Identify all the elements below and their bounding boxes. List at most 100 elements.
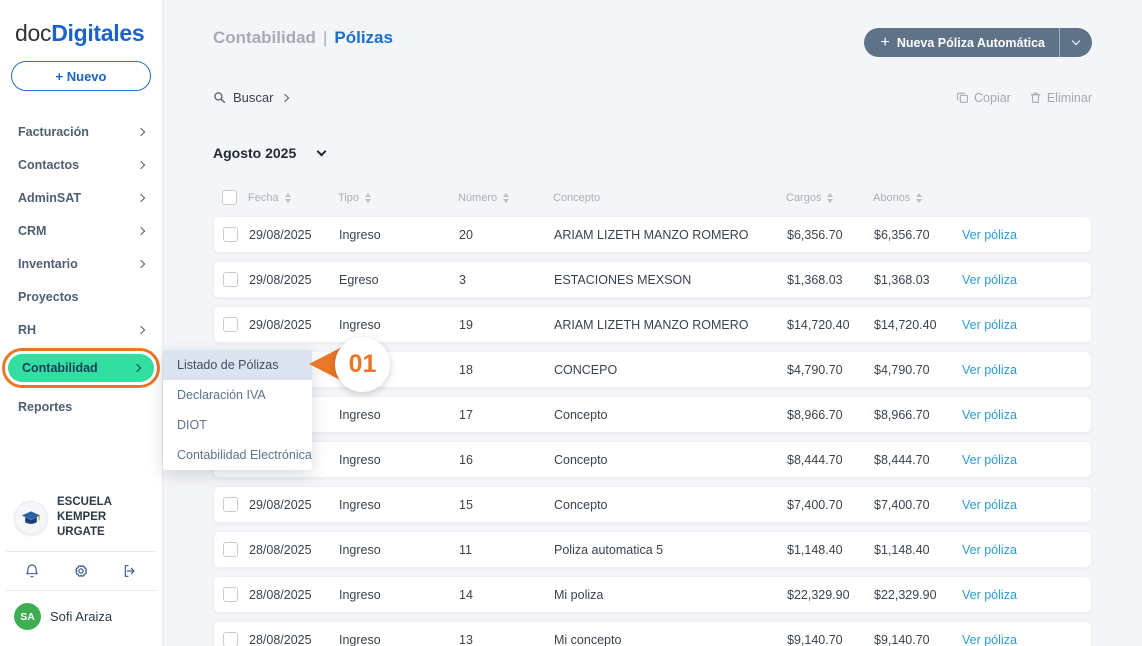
sidebar-item-label: Contabilidad <box>22 361 98 375</box>
row-checkbox[interactable] <box>223 272 238 287</box>
ver-poliza-link[interactable]: Ver póliza <box>962 408 1091 422</box>
table-row: 29/08/2025Ingreso15Concepto$7,400.70$7,4… <box>213 486 1092 523</box>
cell-concepto: ARIAM LIZETH MANZO ROMERO <box>554 228 787 242</box>
ver-poliza-link[interactable]: Ver póliza <box>962 318 1091 332</box>
copy-icon <box>956 91 969 104</box>
row-checkbox[interactable] <box>223 317 238 332</box>
cell-concepto: Mi concepto <box>554 633 787 646</box>
cell-cargos: $1,368.03 <box>787 273 874 287</box>
sidebar-item-label: Contactos <box>18 158 79 172</box>
month-selector[interactable]: Agosto 2025 <box>213 145 1092 161</box>
cell-cargos: $14,720.40 <box>787 318 874 332</box>
column-header-tipo[interactable]: Tipo <box>338 192 458 204</box>
cell-fecha: 28/08/2025 <box>249 588 339 602</box>
table-body: 29/08/2025Ingreso20ARIAM LIZETH MANZO RO… <box>213 216 1092 646</box>
new-poliza-automatica-label: Nueva Póliza Automática <box>897 36 1045 50</box>
cell-tipo: Ingreso <box>339 408 459 422</box>
delete-button[interactable]: Eliminar <box>1029 91 1092 105</box>
row-checkbox[interactable] <box>223 497 238 512</box>
table-row: 28/08/2025Ingreso11Poliza automatica 5$1… <box>213 531 1092 568</box>
row-actions: Copiar Eliminar <box>956 91 1092 105</box>
chevron-right-icon <box>133 364 141 372</box>
cell-fecha: 29/08/2025 <box>249 228 339 242</box>
sidebar-item-reportes[interactable]: Reportes <box>0 390 162 423</box>
organization-row[interactable]: ESCUELA KEMPER URGATE <box>0 484 162 551</box>
breadcrumb-separator: | <box>323 28 327 47</box>
chevron-right-icon <box>137 226 145 234</box>
cell-numero: 16 <box>459 453 554 467</box>
sidebar-item-label: CRM <box>18 224 46 238</box>
chevron-right-icon <box>137 193 145 201</box>
copy-label: Copiar <box>974 91 1011 105</box>
logout-icon[interactable] <box>122 563 138 579</box>
ver-poliza-link[interactable]: Ver póliza <box>962 228 1091 242</box>
cell-concepto: Poliza automatica 5 <box>554 543 787 557</box>
row-checkbox[interactable] <box>223 542 238 557</box>
cell-concepto: Concepto <box>554 498 787 512</box>
sidebar-item-adminsat[interactable]: AdminSAT <box>0 181 162 214</box>
new-poliza-automatica-button[interactable]: + Nueva Póliza Automática <box>864 28 1092 57</box>
row-checkbox[interactable] <box>223 227 238 242</box>
sidebar-item-rh[interactable]: RH <box>0 313 162 346</box>
user-name: Sofi Araiza <box>50 609 112 624</box>
column-header-cargos[interactable]: Cargos <box>786 192 873 204</box>
main-content: Contabilidad|Pólizas + Nueva Póliza Auto… <box>163 0 1142 646</box>
ver-poliza-link[interactable]: Ver póliza <box>962 453 1091 467</box>
cell-concepto: Concepto <box>554 453 787 467</box>
row-checkbox[interactable] <box>223 632 238 646</box>
sidebar-item-inventario[interactable]: Inventario <box>0 247 162 280</box>
organization-name: ESCUELA KEMPER URGATE <box>57 495 152 540</box>
sidebar-item-facturacion[interactable]: Facturación <box>0 115 162 148</box>
select-all-checkbox[interactable] <box>222 190 237 205</box>
cell-abonos: $14,720.40 <box>874 318 962 332</box>
chevron-right-icon <box>137 325 145 333</box>
column-header-fecha[interactable]: Fecha <box>248 192 338 204</box>
user-row[interactable]: SA Sofi Araiza <box>0 591 162 646</box>
row-checkbox[interactable] <box>223 587 238 602</box>
column-header-numero[interactable]: Número <box>458 192 553 204</box>
ver-poliza-link[interactable]: Ver póliza <box>962 633 1091 646</box>
month-label: Agosto 2025 <box>213 145 296 161</box>
table-row: 29/08/2025Ingreso17Concepto$8,966.70$8,9… <box>213 396 1092 433</box>
submenu-item-listado-de-polizas[interactable]: Listado de Pólizas <box>163 350 312 380</box>
cell-numero: 20 <box>459 228 554 242</box>
chevron-right-icon <box>137 127 145 135</box>
sidebar-item-contabilidad[interactable]: Contabilidad <box>8 354 154 382</box>
ver-poliza-link[interactable]: Ver póliza <box>962 273 1091 287</box>
quick-actions <box>0 552 162 590</box>
cell-fecha: 29/08/2025 <box>249 498 339 512</box>
settings-gear-icon[interactable] <box>73 563 89 579</box>
submenu-item-contabilidad-electronica[interactable]: Contabilidad Electrónica <box>163 440 312 470</box>
cell-tipo: Ingreso <box>339 228 459 242</box>
cell-numero: 11 <box>459 543 554 557</box>
sidebar-item-label: Proyectos <box>18 290 78 304</box>
sidebar-item-label: Facturación <box>18 125 89 139</box>
copy-button[interactable]: Copiar <box>956 91 1011 105</box>
column-header-concepto: Concepto <box>553 192 786 204</box>
cell-abonos: $6,356.70 <box>874 228 962 242</box>
column-header-abonos[interactable]: Abonos <box>873 192 961 204</box>
notifications-bell-icon[interactable] <box>24 563 40 579</box>
chevron-down-icon <box>1072 37 1080 45</box>
ver-poliza-link[interactable]: Ver póliza <box>962 498 1091 512</box>
delete-label: Eliminar <box>1047 91 1092 105</box>
graduation-cap-icon <box>21 508 41 528</box>
ver-poliza-link[interactable]: Ver póliza <box>962 363 1091 377</box>
cell-concepto: CONCEPO <box>554 363 787 377</box>
sort-icon <box>285 193 291 203</box>
submenu-item-declaracion-iva[interactable]: Declaración IVA <box>163 380 312 410</box>
sidebar-item-contactos[interactable]: Contactos <box>0 148 162 181</box>
cell-cargos: $22,329.90 <box>787 588 874 602</box>
cell-tipo: Ingreso <box>339 543 459 557</box>
ver-poliza-link[interactable]: Ver póliza <box>962 588 1091 602</box>
new-button[interactable]: + Nuevo <box>11 61 151 91</box>
cell-cargos: $6,356.70 <box>787 228 874 242</box>
search-toggle[interactable]: Buscar <box>213 90 288 105</box>
sidebar-item-crm[interactable]: CRM <box>0 214 162 247</box>
button-dropdown-toggle[interactable] <box>1060 41 1092 44</box>
table-header: Fecha Tipo Número Concepto Cargos Abonos <box>213 190 1092 205</box>
submenu-item-diot[interactable]: DIOT <box>163 410 312 440</box>
sidebar-item-proyectos[interactable]: Proyectos <box>0 280 162 313</box>
cell-numero: 18 <box>459 363 554 377</box>
ver-poliza-link[interactable]: Ver póliza <box>962 543 1091 557</box>
